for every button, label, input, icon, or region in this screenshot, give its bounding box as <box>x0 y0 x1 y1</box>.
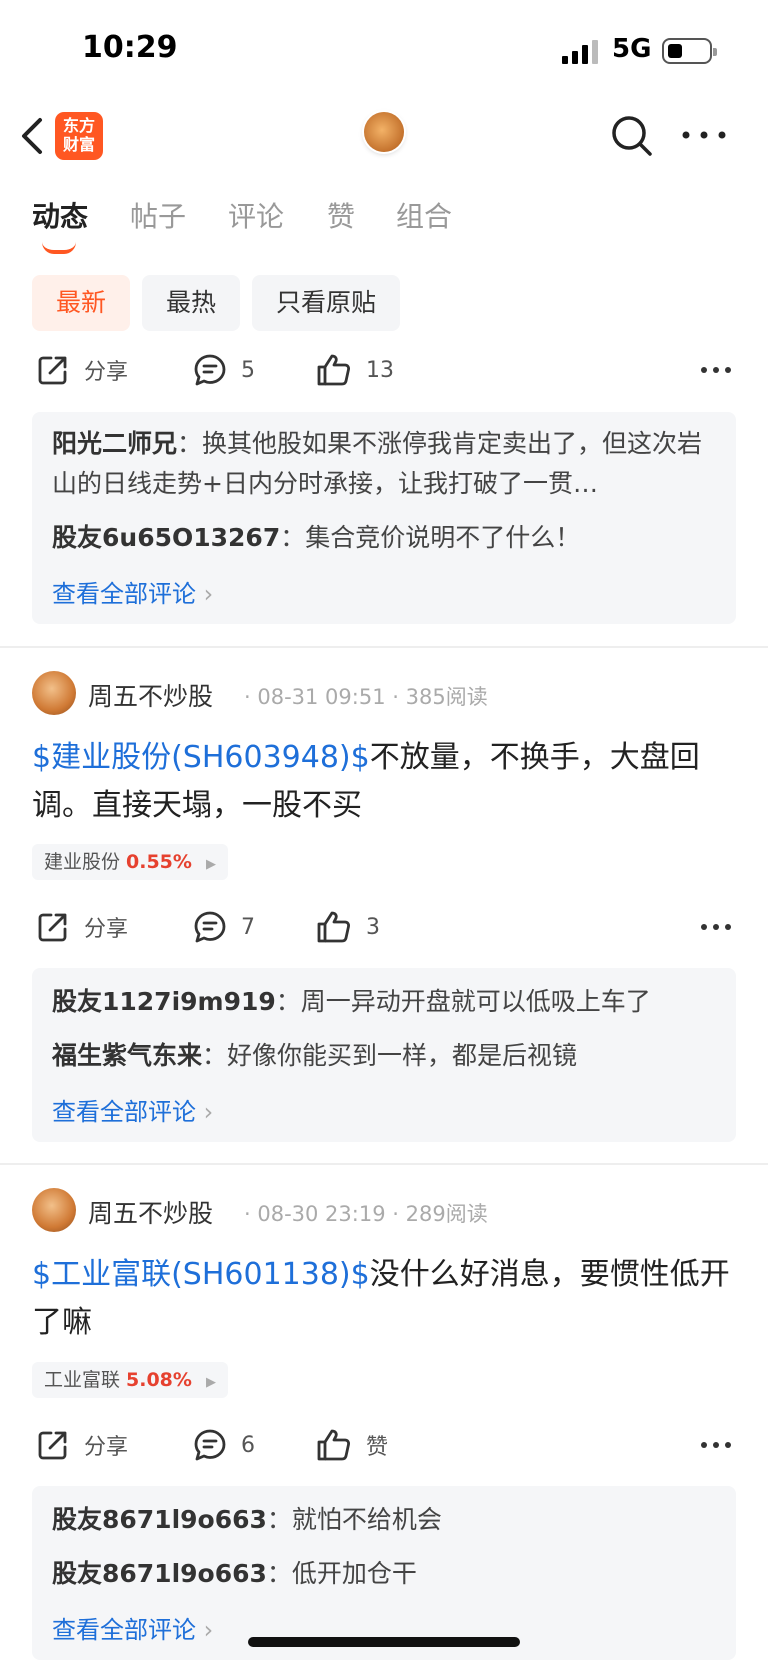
comment-icon <box>194 1429 226 1461</box>
comment-button[interactable]: 7 <box>193 899 255 955</box>
post-more-icon[interactable] <box>700 364 732 376</box>
share-icon <box>38 913 67 942</box>
view-all-comments-link[interactable]: 查看全部评论 › <box>52 574 213 609</box>
comment-item: 福生紫气东来：好像你能买到一样，都是后视镜 <box>52 1041 578 1070</box>
view-all-comments-link[interactable]: 查看全部评论 › <box>52 1610 213 1645</box>
comment-preview[interactable]: 股友8671l9o663：就怕不给机会 股友8671l9o663：低开加仓干 查… <box>32 1486 736 1660</box>
comment-item: 股友8671l9o663：就怕不给机会 <box>52 1505 442 1534</box>
app-logo[interactable]: 东方 财富 <box>55 112 103 160</box>
view-all-comments-link[interactable]: 查看全部评论 › <box>52 1092 213 1127</box>
stock-link[interactable]: $建业股份(SH603948)$ <box>32 740 370 775</box>
thumbs-up-icon <box>317 911 350 943</box>
tab-posts[interactable]: 帖子 <box>130 195 186 235</box>
comment-button[interactable]: 5 <box>193 342 255 398</box>
chevron-right-icon: › <box>203 1616 214 1644</box>
comment-item: 股友1127i9m919：周一异动开盘就可以低吸上车了 <box>52 987 651 1016</box>
profile-avatar[interactable] <box>364 112 404 152</box>
stock-tag[interactable]: 建业股份 0.55% ▶ <box>32 844 228 880</box>
share-icon <box>38 356 67 385</box>
triangle-right-icon: ▶ <box>205 857 216 872</box>
share-button[interactable]: 分享 <box>36 342 128 398</box>
nav-bar: 东方 财富 <box>0 100 768 180</box>
profile-tabs: 动态 帖子 评论 赞 组合 <box>0 195 768 255</box>
comment-item: 阳光二师兄：换其他股如果不涨停我肯定卖出了，但这次岩山的日线走势+日内分时承接，… <box>52 429 703 498</box>
post-header: 周五不炒股 · 08-30 23:19 · 289阅读 <box>32 1188 736 1236</box>
author-name[interactable]: 周五不炒股 <box>88 1194 213 1230</box>
chevron-right-icon: › <box>203 1098 214 1126</box>
more-icon[interactable] <box>680 122 728 148</box>
thumbs-up-icon <box>317 1429 350 1461</box>
post-content[interactable]: $工业富联(SH601138)$没什么好消息，要惯性低开了嘛 <box>32 1251 742 1347</box>
comment-user[interactable]: 股友6u65O13267 <box>52 523 280 552</box>
share-button[interactable]: 分享 <box>36 1417 128 1473</box>
tab-likes[interactable]: 赞 <box>327 195 355 235</box>
filter-original-only[interactable]: 只看原贴 <box>252 275 401 331</box>
battery-icon <box>662 38 717 64</box>
divider <box>0 1163 768 1165</box>
like-button[interactable]: 赞 <box>316 1417 388 1473</box>
author-name[interactable]: 周五不炒股 <box>88 677 213 713</box>
post-actions: 分享 6 赞 <box>0 1417 768 1473</box>
back-arrow-icon[interactable] <box>18 116 48 156</box>
active-tab-indicator <box>42 242 76 254</box>
network-type: 5G <box>612 34 652 64</box>
status-bar: 10:29 5G <box>0 0 768 100</box>
filter-latest[interactable]: 最新 <box>32 275 131 331</box>
comment-user[interactable]: 股友8671l9o663 <box>52 1505 267 1534</box>
post-meta: · 08-31 09:51 · 385阅读 <box>244 685 488 709</box>
status-time: 10:29 <box>82 30 178 65</box>
like-button[interactable]: 13 <box>316 342 394 398</box>
comment-user[interactable]: 股友8671l9o663 <box>52 1559 267 1588</box>
signal-icon <box>562 40 598 64</box>
filter-hot[interactable]: 最热 <box>142 275 241 331</box>
post-more-icon[interactable] <box>700 1439 732 1451</box>
stock-link[interactable]: $工业富联(SH601138)$ <box>32 1257 370 1292</box>
like-button[interactable]: 3 <box>316 899 380 955</box>
post-more-icon[interactable] <box>700 921 732 933</box>
triangle-right-icon: ▶ <box>205 1375 216 1390</box>
comment-user[interactable]: 福生紫气东来 <box>52 1041 202 1070</box>
comment-button[interactable]: 6 <box>193 1417 255 1473</box>
post-meta: · 08-30 23:19 · 289阅读 <box>244 1202 488 1226</box>
share-button[interactable]: 分享 <box>36 899 128 955</box>
tab-comments[interactable]: 评论 <box>228 195 284 235</box>
divider <box>0 646 768 648</box>
comment-item: 股友8671l9o663：低开加仓干 <box>52 1559 417 1588</box>
post-actions: 分享 7 3 <box>0 899 768 955</box>
stock-tag[interactable]: 工业富联 5.08% ▶ <box>32 1362 228 1398</box>
post-content[interactable]: $建业股份(SH603948)$不放量，不换手，大盘回调。直接天塌，一股不买 <box>32 734 742 830</box>
share-icon <box>38 1431 67 1460</box>
comment-user[interactable]: 股友1127i9m919 <box>52 987 276 1016</box>
post-actions: 分享 5 13 <box>0 342 768 398</box>
search-icon[interactable] <box>610 114 654 158</box>
tab-dynamic[interactable]: 动态 <box>32 195 88 235</box>
comment-preview[interactable]: 阳光二师兄：换其他股如果不涨停我肯定卖出了，但这次岩山的日线走势+日内分时承接，… <box>32 412 736 624</box>
tab-portfolio[interactable]: 组合 <box>396 195 452 235</box>
comment-preview[interactable]: 股友1127i9m919：周一异动开盘就可以低吸上车了 福生紫气东来：好像你能买… <box>32 968 736 1142</box>
chevron-right-icon: › <box>203 580 214 608</box>
author-avatar[interactable] <box>32 1188 76 1232</box>
comment-item: 股友6u65O13267：集合竞价说明不了什么！ <box>52 523 581 552</box>
comment-icon <box>194 354 226 386</box>
post-header: 周五不炒股 · 08-31 09:51 · 385阅读 <box>32 671 736 719</box>
thumbs-up-icon <box>317 354 350 386</box>
home-indicator[interactable] <box>248 1637 520 1647</box>
author-avatar[interactable] <box>32 671 76 715</box>
comment-icon <box>194 911 226 943</box>
comment-user[interactable]: 阳光二师兄 <box>52 429 177 458</box>
